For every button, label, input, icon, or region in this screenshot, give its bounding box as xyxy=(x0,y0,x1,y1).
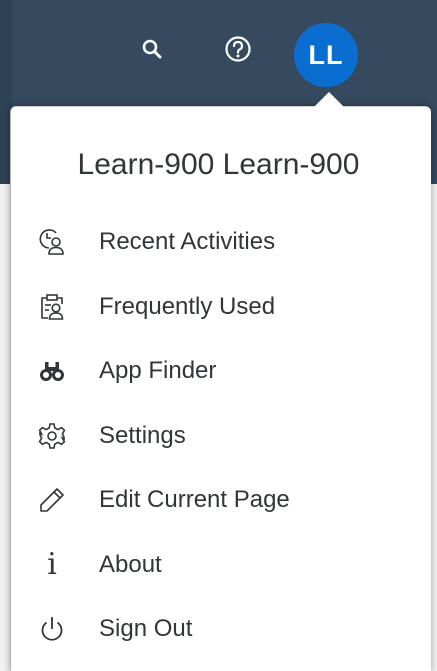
menu-item-label: App Finder xyxy=(99,357,217,385)
menu-item-edit-current-page[interactable]: Edit Current Page xyxy=(20,468,430,533)
menu-item-settings[interactable]: Settings xyxy=(20,404,430,469)
gear-icon xyxy=(32,416,72,456)
menu-item-sign-out[interactable]: Sign Out xyxy=(20,597,430,662)
menu-item-recent-activities[interactable]: Recent Activities xyxy=(20,210,430,275)
menu-item-label: About xyxy=(99,550,162,578)
menu-item-frequently-used[interactable]: Frequently Used xyxy=(20,275,430,340)
search-button[interactable] xyxy=(136,33,168,65)
frequently-used-icon xyxy=(32,287,72,327)
help-button[interactable] xyxy=(222,33,254,65)
binoculars-icon xyxy=(32,351,72,391)
avatar-initials: LL xyxy=(308,39,344,70)
menu-item-label: Sign Out xyxy=(99,615,193,643)
popover-arrow xyxy=(314,92,344,107)
pencil-icon xyxy=(32,480,72,520)
info-icon: i xyxy=(47,546,57,582)
help-icon xyxy=(224,35,252,63)
menu-item-app-finder[interactable]: App Finder xyxy=(20,339,430,404)
menu-item-label: Settings xyxy=(99,421,186,449)
search-icon xyxy=(140,37,164,61)
page: LL Learn-900 Learn-900 Recent Activities xyxy=(0,0,437,671)
user-action-menu: Recent Activities Frequently Used App Fi… xyxy=(20,210,430,662)
menu-item-about[interactable]: i About xyxy=(20,533,430,598)
user-avatar[interactable]: LL xyxy=(294,23,358,87)
recent-activities-icon xyxy=(32,222,72,262)
menu-item-label: Edit Current Page xyxy=(99,486,290,514)
menu-item-label: Frequently Used xyxy=(99,292,276,320)
power-icon xyxy=(32,609,72,649)
menu-item-label: Recent Activities xyxy=(99,228,276,256)
user-display-name: Learn-900 Learn-900 xyxy=(77,148,360,181)
